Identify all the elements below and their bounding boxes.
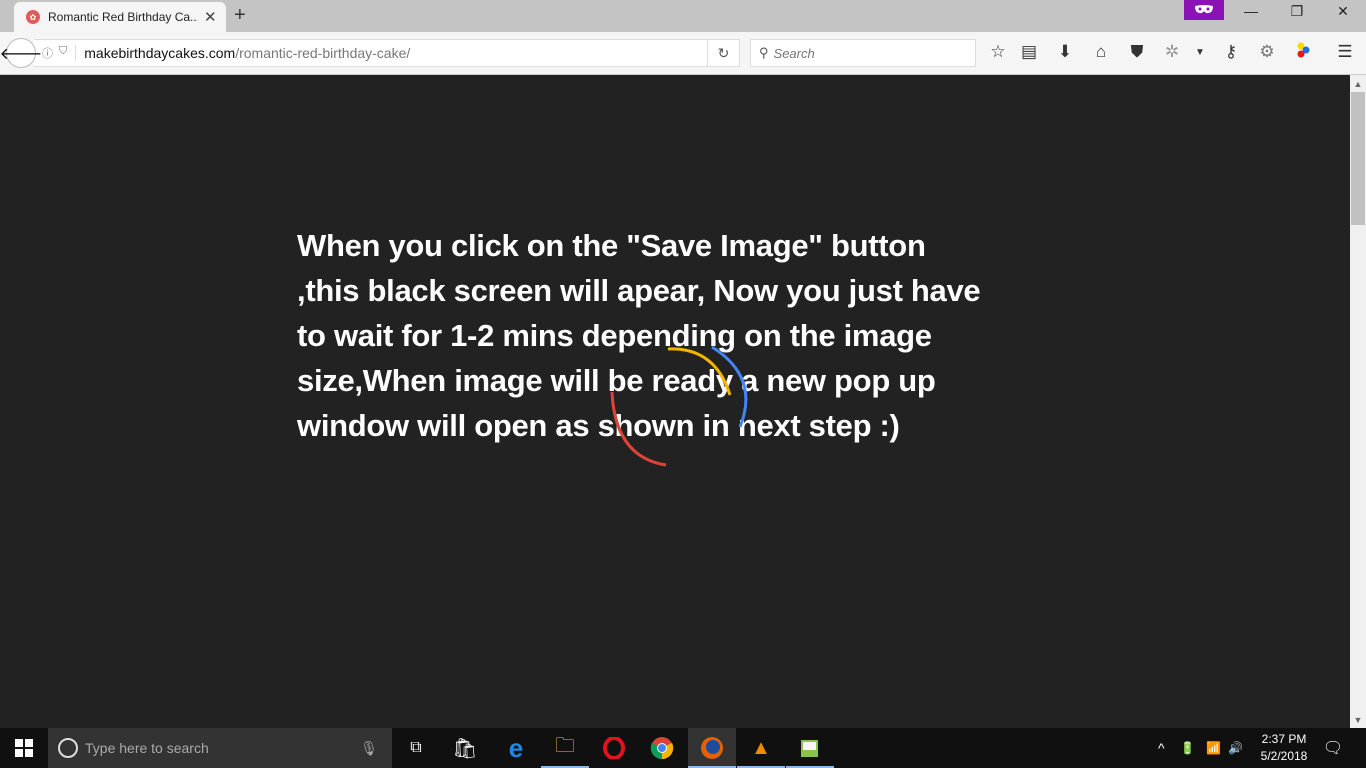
clock-time: 2:37 PM bbox=[1261, 732, 1307, 746]
tab-title: Romantic Red Birthday Ca... bbox=[48, 10, 198, 24]
file-explorer-icon[interactable]: 🗀 bbox=[541, 728, 589, 768]
back-button[interactable]: 🡐 bbox=[0, 38, 42, 68]
download-icon[interactable]: ⬇ bbox=[1053, 42, 1077, 62]
volume-icon[interactable]: 🔊 bbox=[1228, 728, 1243, 768]
new-tab-button[interactable]: + bbox=[234, 4, 246, 27]
taskbar-search[interactable]: Type here to search 🎙 bbox=[48, 728, 392, 768]
scroll-down-arrow-icon[interactable]: ▼ bbox=[1350, 711, 1366, 728]
search-box[interactable]: ⚲ bbox=[750, 39, 976, 67]
clock[interactable]: 2:37 PM 5/2/2018 bbox=[1252, 731, 1316, 765]
private-browsing-mask-icon bbox=[1184, 0, 1224, 20]
url-text[interactable]: makebirthdaycakes.com/romantic-red-birth… bbox=[84, 45, 410, 61]
scroll-up-arrow-icon[interactable]: ▲ bbox=[1350, 75, 1366, 92]
microphone-icon[interactable]: 🎙 bbox=[360, 740, 378, 757]
vertical-scrollbar[interactable]: ▲ ▼ bbox=[1350, 75, 1366, 728]
action-center-icon[interactable]: 🗨 bbox=[1318, 728, 1348, 768]
extension-bug-icon[interactable]: ✲ bbox=[1160, 42, 1184, 62]
taskbar: Type here to search 🎙 ⧉ 🛍 e 🗀 ▲ ^ 🔋 📶 🔊 … bbox=[0, 728, 1366, 768]
firefox-icon[interactable] bbox=[688, 728, 736, 768]
edge-icon[interactable]: e bbox=[492, 728, 540, 768]
store-icon[interactable]: 🛍 bbox=[441, 728, 489, 768]
reload-icon[interactable]: ↻ bbox=[707, 40, 739, 66]
bookmark-star-icon[interactable]: ☆ bbox=[986, 42, 1010, 62]
search-input[interactable] bbox=[773, 45, 964, 61]
scroll-thumb[interactable] bbox=[1351, 92, 1365, 225]
show-hidden-icons-icon[interactable]: ^ bbox=[1158, 728, 1165, 768]
chrome-icon[interactable] bbox=[638, 728, 686, 768]
cortana-icon bbox=[58, 738, 78, 758]
taskbar-search-placeholder: Type here to search bbox=[85, 740, 209, 756]
page-content: When you click on the "Save Image" butto… bbox=[0, 75, 1350, 728]
restore-button[interactable]: ❐ bbox=[1274, 3, 1320, 20]
battery-icon[interactable]: 🔋 bbox=[1180, 728, 1195, 768]
pocket-icon[interactable]: ⛊ bbox=[1125, 42, 1149, 62]
start-button[interactable] bbox=[0, 728, 48, 768]
settings-gear-icon[interactable]: ⚙ bbox=[1255, 42, 1279, 62]
search-icon: ⚲ bbox=[759, 45, 769, 60]
eyedropper-icon[interactable]: ⚷ bbox=[1219, 42, 1243, 62]
title-bar: ✿ Romantic Red Birthday Ca... ✕ + — ❐ ✕ bbox=[0, 0, 1366, 32]
windows-logo-icon bbox=[15, 739, 33, 757]
close-window-button[interactable]: ✕ bbox=[1320, 3, 1366, 20]
url-domain: makebirthdaycakes.com bbox=[84, 45, 236, 61]
minimize-button[interactable]: — bbox=[1228, 3, 1274, 19]
close-tab-icon[interactable]: ✕ bbox=[204, 8, 217, 26]
url-path: /romantic-red-birthday-cake/ bbox=[235, 45, 411, 61]
notepad-plus-icon[interactable] bbox=[786, 728, 834, 768]
task-view-icon[interactable]: ⧉ bbox=[392, 728, 440, 768]
vlc-icon[interactable]: ▲ bbox=[737, 728, 785, 768]
back-arrow-icon: 🡐 bbox=[0, 45, 43, 63]
dropdown-icon[interactable]: ▼ bbox=[1188, 47, 1212, 58]
wifi-icon[interactable]: 📶 bbox=[1206, 728, 1221, 768]
cake-favicon-icon: ✿ bbox=[26, 10, 40, 24]
color-dots-icon[interactable] bbox=[1291, 42, 1315, 63]
browser-tab[interactable]: ✿ Romantic Red Birthday Ca... ✕ bbox=[14, 2, 226, 32]
home-icon[interactable]: ⌂ bbox=[1089, 42, 1113, 62]
navigation-bar: ⓘ ⛉ makebirthdaycakes.com/romantic-red-b… bbox=[0, 32, 1366, 75]
tracking-shield-icon[interactable]: ⛉ bbox=[59, 45, 67, 61]
url-bar[interactable]: ⓘ ⛉ makebirthdaycakes.com/romantic-red-b… bbox=[34, 39, 740, 67]
clock-date: 5/2/2018 bbox=[1260, 749, 1308, 763]
info-icon[interactable]: ⓘ bbox=[42, 45, 53, 61]
opera-icon[interactable] bbox=[590, 728, 638, 768]
menu-icon[interactable]: ☰ bbox=[1333, 42, 1357, 62]
loading-spinner-icon bbox=[610, 345, 748, 467]
reading-list-icon[interactable]: ▤ bbox=[1017, 42, 1041, 62]
